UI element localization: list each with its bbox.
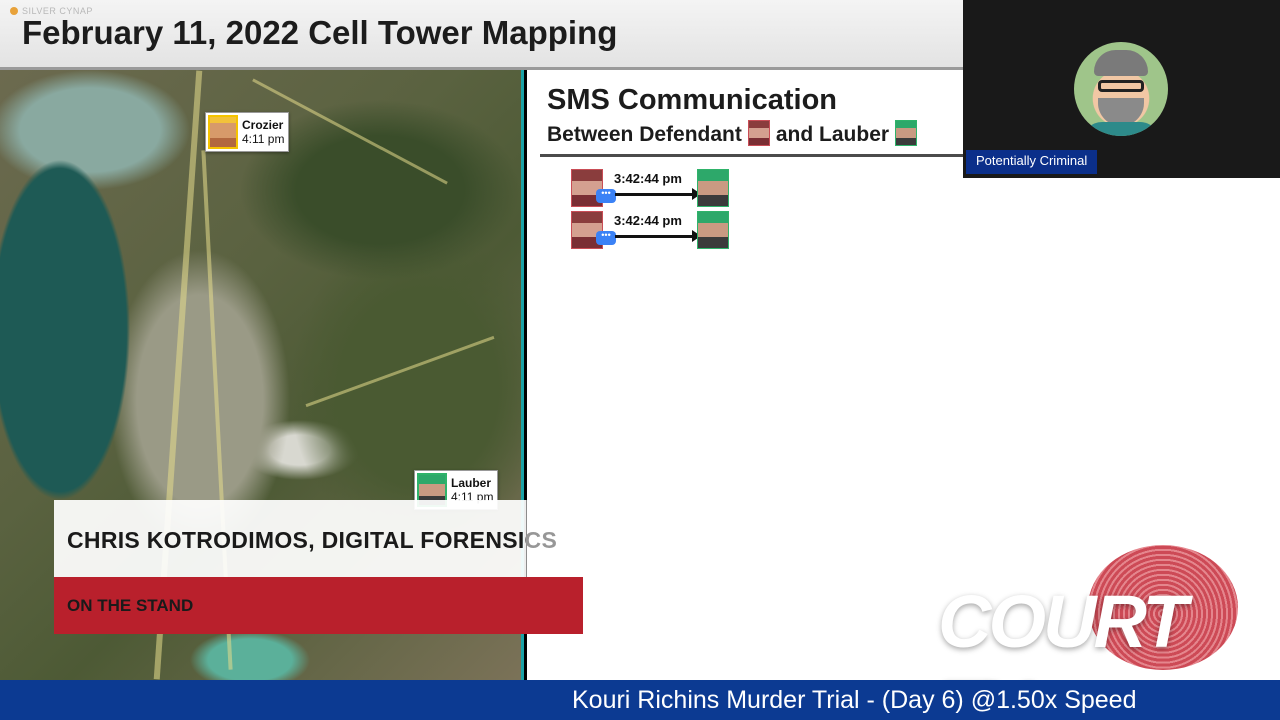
ticker-text: Kouri Richins Murder Trial - (Day 6) @1.… — [572, 686, 1137, 714]
message-bubble-icon: ••• — [596, 231, 616, 245]
page-title: February 11, 2022 Cell Tower Mapping — [22, 14, 618, 51]
lauber-avatar — [895, 120, 918, 146]
sms-subtitle-suffix: and Lauber — [775, 123, 890, 146]
divider — [540, 154, 980, 157]
defendant-avatar — [747, 120, 770, 146]
sms-message-row: ••• 3:42:44 pm — [571, 211, 731, 251]
sms-title: SMS Communication — [547, 84, 838, 116]
avatar-hair — [1094, 50, 1148, 76]
streamer-avatar — [1074, 42, 1168, 136]
marker-time: 4:11 pm — [242, 132, 285, 146]
recipient-avatar — [697, 211, 729, 249]
map-marker-crozier: Crozier 4:11 pm — [205, 112, 290, 152]
slide-title-bar: SILVER CYNAP February 11, 2022 Cell Towe… — [0, 0, 965, 70]
sms-subtitle: Between Defendant and Lauber — [547, 120, 923, 147]
recipient-avatar — [697, 169, 729, 207]
status-text: ON THE STAND — [67, 596, 194, 615]
arrow-right-icon — [615, 188, 701, 200]
sms-subtitle-prefix: Between Defendant — [547, 123, 742, 146]
map-road — [305, 335, 495, 408]
message-time: 3:42:44 pm — [614, 213, 682, 228]
marker-name: Lauber — [451, 476, 492, 490]
arrow-right-icon — [615, 230, 701, 242]
lower-third-fade — [526, 500, 638, 578]
lower-third-status: ON THE STAND — [54, 577, 583, 634]
avatar-glasses — [1098, 80, 1144, 92]
channel-label: Potentially Criminal — [966, 150, 1098, 174]
avatar-shirt — [1082, 122, 1160, 136]
lower-third-name: CHRIS KOTRODIMOS, DIGITAL FORENSICS — [54, 500, 557, 578]
sms-message-row: ••• 3:42:44 pm — [571, 169, 731, 209]
court-tv-logo: COURT TV — [938, 545, 1258, 720]
bottom-ticker: Kouri Richins Murder Trial - (Day 6) @1.… — [0, 680, 1280, 720]
marker-name: Crozier — [242, 118, 284, 132]
message-bubble-icon: ••• — [596, 189, 616, 203]
witness-name: CHRIS KOTRODIMOS, DIGITAL FORENSICS — [67, 527, 558, 553]
message-time: 3:42:44 pm — [614, 171, 682, 186]
webcam-overlay: Potentially Criminal — [963, 0, 1280, 178]
crozier-photo — [208, 115, 238, 149]
